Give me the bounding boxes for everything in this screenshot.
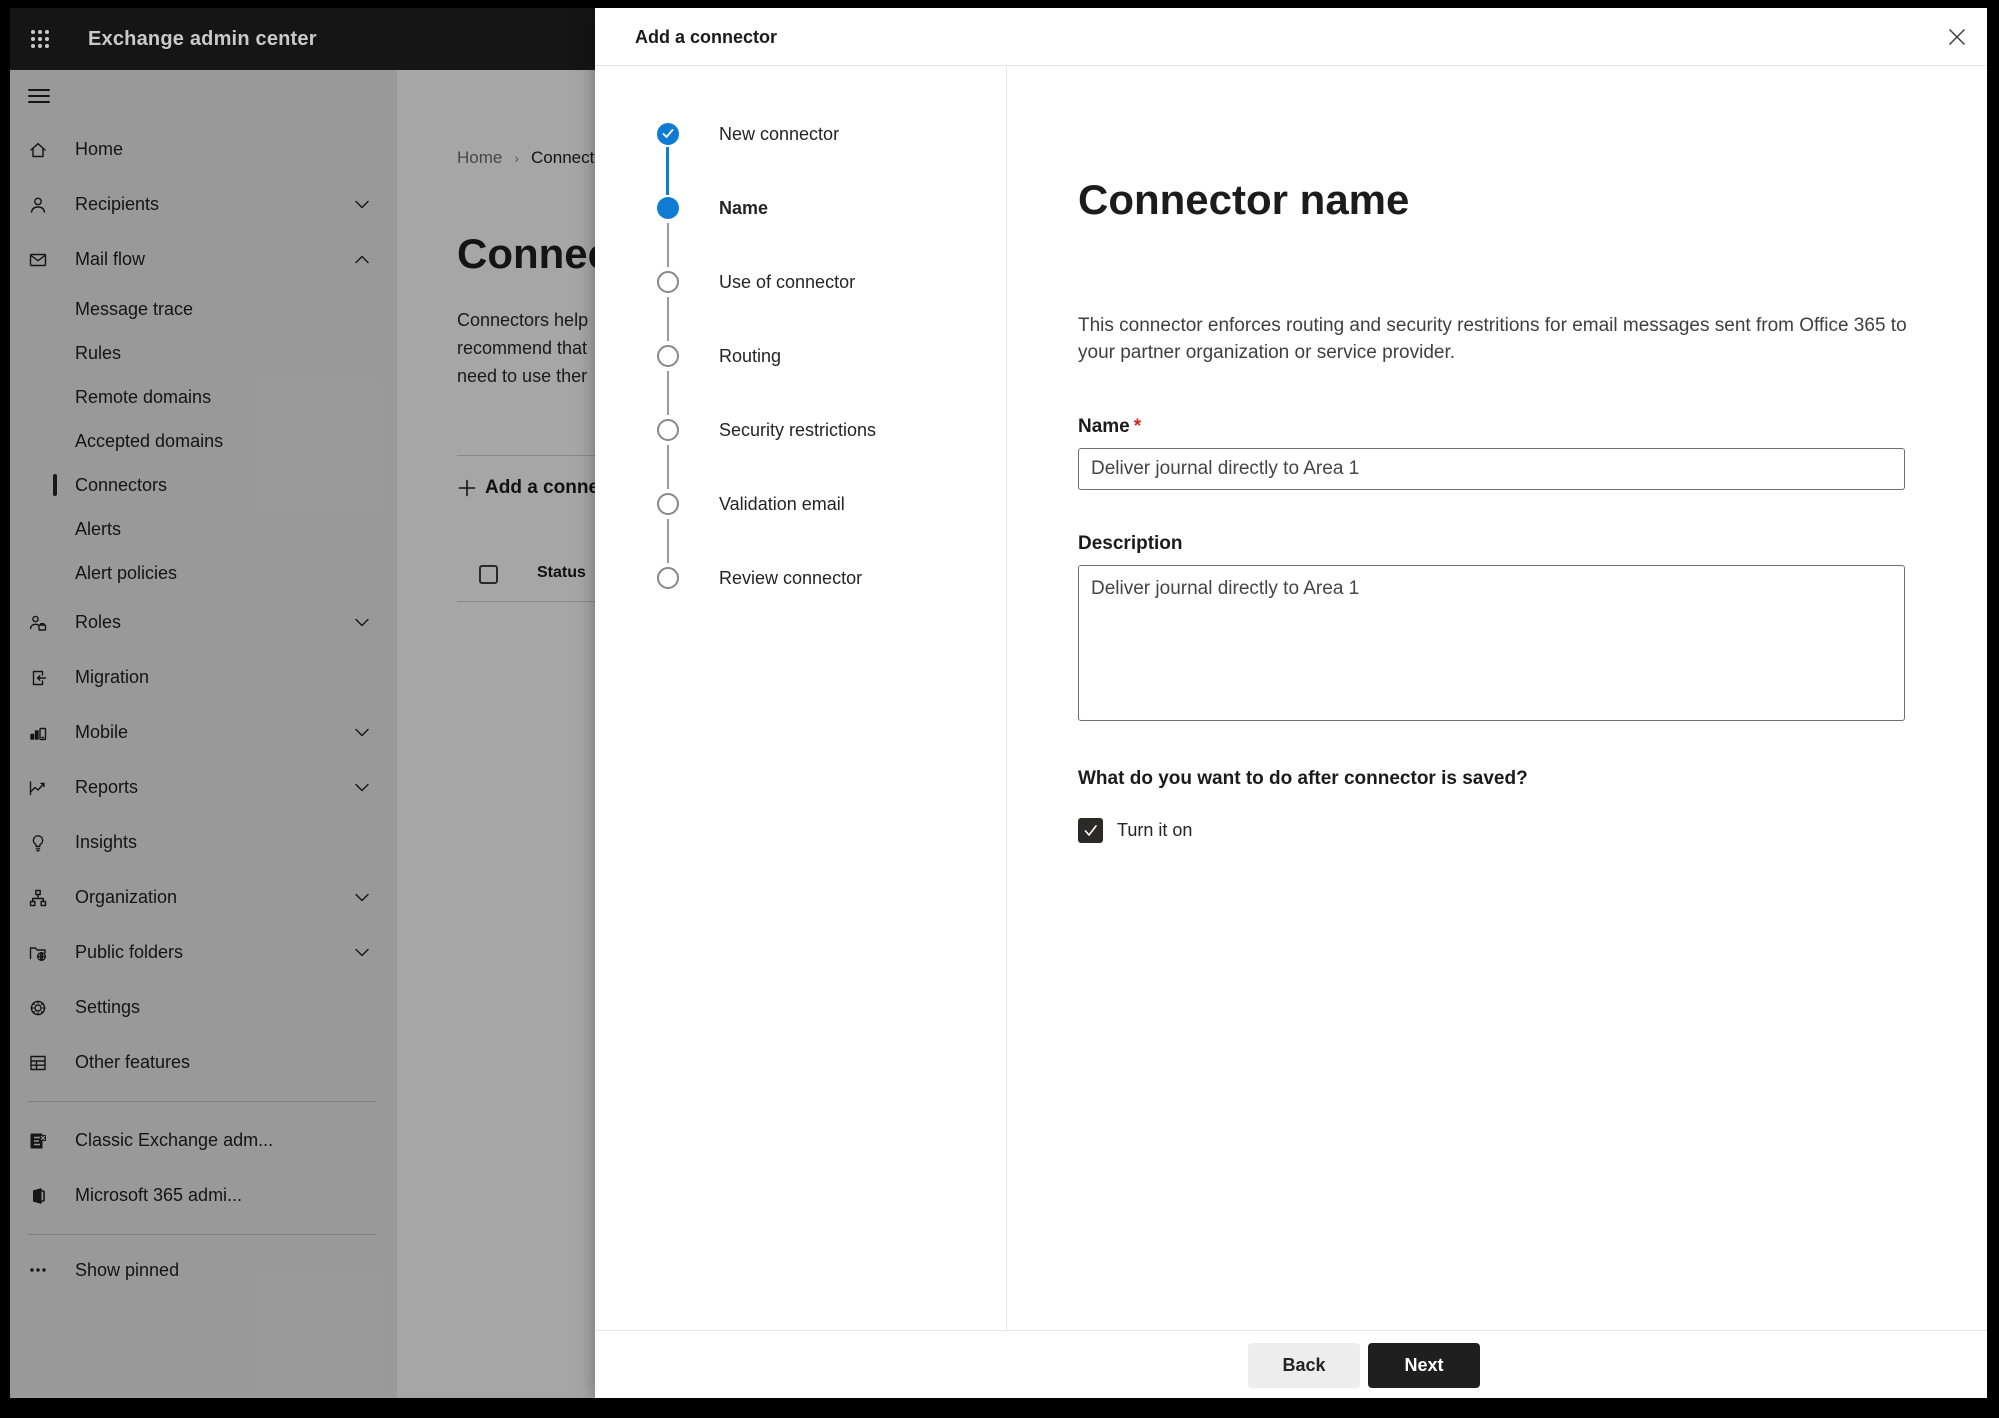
add-connector-dialog: Add a connector New connector Name Use o…	[595, 8, 1987, 1398]
dialog-title: Add a connector	[635, 27, 778, 47]
app-launcher-button[interactable]	[10, 8, 70, 70]
step-review-connector[interactable]: Review connector	[657, 567, 862, 589]
step-name[interactable]: Name	[657, 197, 768, 267]
step-completed-icon	[657, 123, 679, 145]
screenshot-frame: Exchange admin center Home Recipients Ma…	[0, 0, 1999, 1418]
step-security-restrictions[interactable]: Security restrictions	[657, 419, 876, 489]
dialog-footer: Back Next	[595, 1330, 1987, 1398]
required-asterisk: *	[1133, 416, 1142, 437]
step-connector-line	[666, 147, 669, 195]
checkmark-icon	[1084, 824, 1097, 836]
step-connector-line	[667, 297, 669, 341]
step-heading: Connector name	[1078, 176, 1410, 223]
connector-name-input[interactable]	[1078, 448, 1905, 490]
step-upcoming-icon	[657, 345, 679, 367]
exchange-admin-app: Exchange admin center Home Recipients Ma…	[10, 8, 1987, 1398]
description-field-label: Description	[1078, 533, 1183, 554]
back-button[interactable]: Back	[1248, 1343, 1360, 1388]
waffle-icon	[31, 30, 49, 48]
step-use-of-connector[interactable]: Use of connector	[657, 271, 855, 341]
step-upcoming-icon	[657, 567, 679, 589]
close-button[interactable]	[1943, 23, 1971, 51]
checked-checkbox[interactable]	[1078, 818, 1103, 843]
after-save-question: What do you want to do after connector i…	[1078, 768, 1528, 789]
dialog-header: Add a connector	[595, 8, 1987, 66]
app-title: Exchange admin center	[88, 27, 317, 50]
connector-description-textarea[interactable]: Deliver journal directly to Area 1	[1078, 565, 1905, 721]
step-connector-line	[667, 223, 669, 267]
step-connector-line	[667, 445, 669, 489]
step-connector-line	[667, 371, 669, 415]
next-button[interactable]: Next	[1368, 1343, 1480, 1388]
step-upcoming-icon	[657, 271, 679, 293]
step-upcoming-icon	[657, 419, 679, 441]
step-new-connector[interactable]: New connector	[657, 123, 839, 195]
close-icon	[1948, 28, 1966, 46]
turn-it-on-label: Turn it on	[1117, 820, 1193, 840]
step-connector-line	[667, 519, 669, 563]
name-field-label: Name *	[1078, 416, 1142, 437]
step-routing[interactable]: Routing	[657, 345, 781, 415]
turn-it-on-checkbox-row[interactable]: Turn it on	[1078, 818, 1192, 843]
step-description: This connector enforces routing and secu…	[1078, 315, 1907, 363]
step-content-panel: Connector name This connector enforces r…	[1008, 66, 1987, 1330]
step-validation-email[interactable]: Validation email	[657, 493, 845, 563]
step-current-icon	[657, 197, 679, 219]
step-upcoming-icon	[657, 493, 679, 515]
wizard-stepper: New connector Name Use of connector Rout…	[595, 66, 1007, 1330]
